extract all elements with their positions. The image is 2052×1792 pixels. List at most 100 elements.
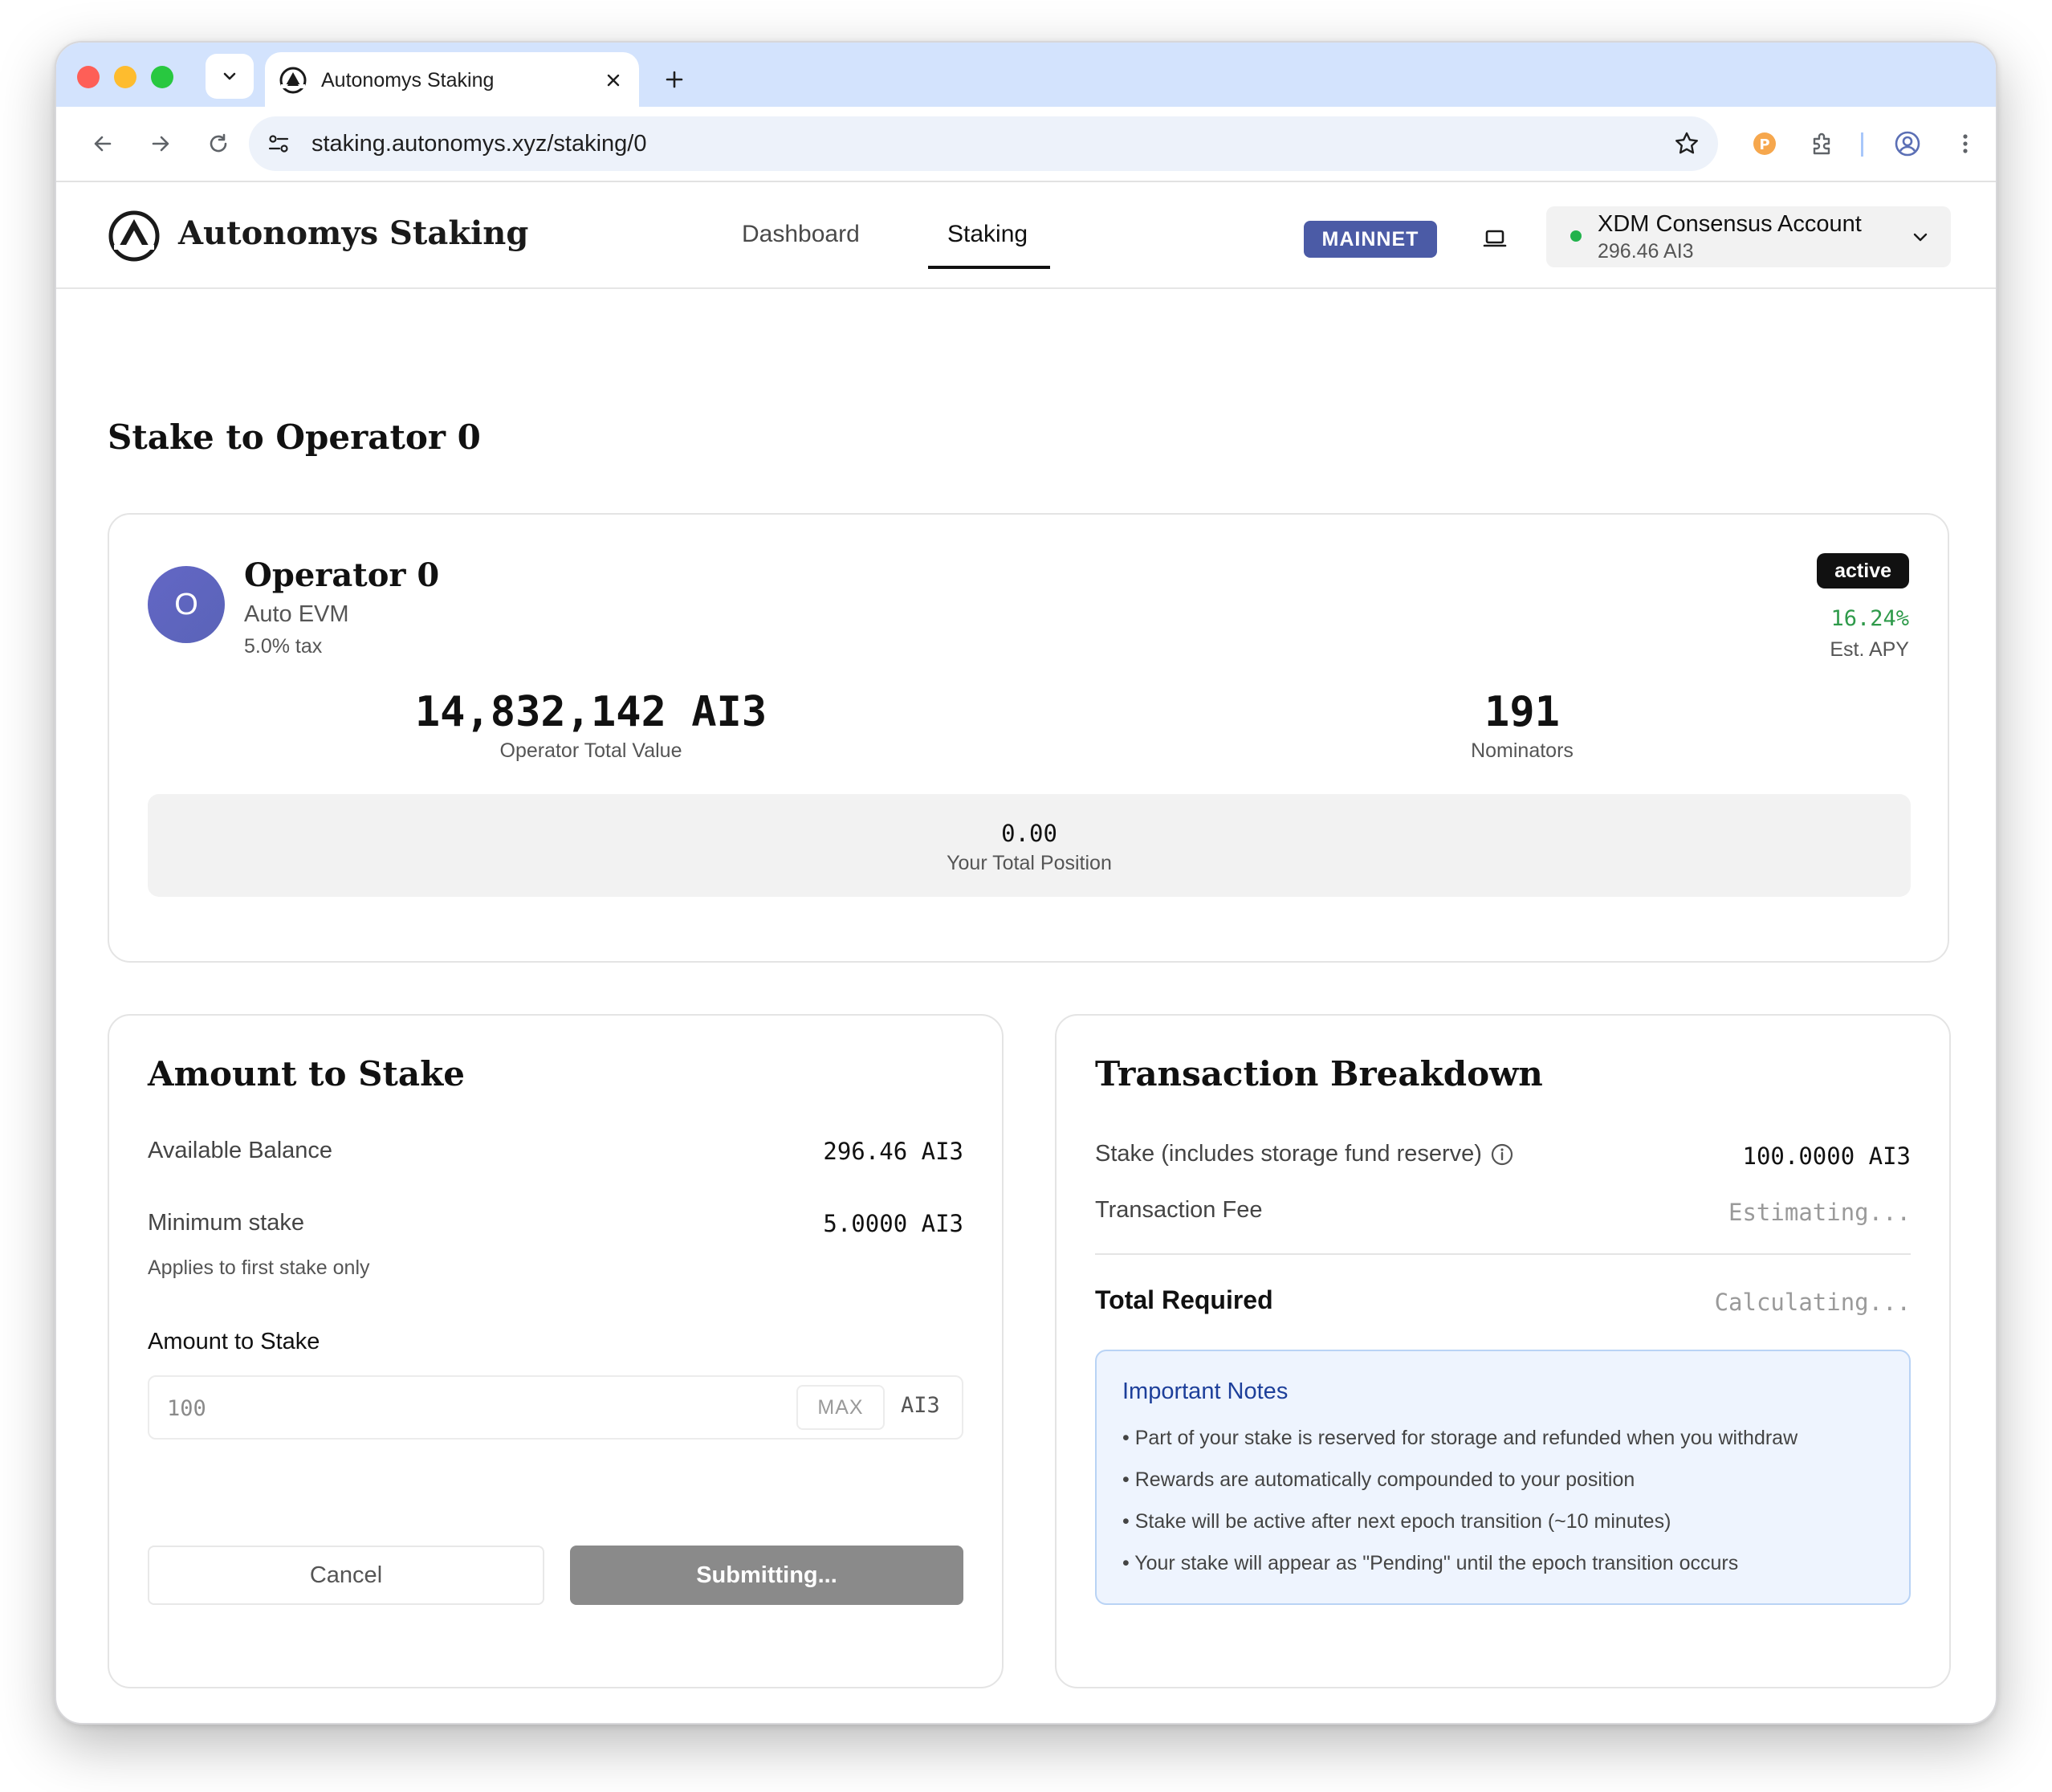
operator-total-value: 14,832,142 AI3 (414, 688, 767, 736)
minimum-stake-note: Applies to first stake only (148, 1256, 370, 1279)
account-name: XDM Consensus Account (1598, 211, 1862, 237)
app-header: Autonomys Staking Dashboard Staking MAIN… (56, 184, 1996, 289)
toolbar-separator (1861, 132, 1863, 157)
fee-label: Transaction Fee (1095, 1197, 1263, 1223)
operator-total-value-stat: 14,832,142 AI3 Operator Total Value (350, 688, 832, 763)
important-notes-title: Important Notes (1122, 1379, 1289, 1404)
operator-tax: 5.0% tax (244, 635, 323, 658)
fee-value: Estimating... (1728, 1199, 1911, 1226)
amount-input-group: MAX AI3 (148, 1375, 963, 1440)
network-badge[interactable]: MAINNET (1304, 221, 1437, 258)
puzzle-icon (1813, 132, 1830, 155)
extension-pinned-button[interactable]: P (1747, 126, 1782, 161)
note-item: • Your stake will appear as "Pending" un… (1122, 1552, 1739, 1574)
svg-text:P: P (1759, 136, 1769, 153)
stake-row-value: 100.0000 AI3 (1742, 1142, 1911, 1170)
stake-row-label-group: Stake (includes storage fund reserve) (1095, 1141, 1514, 1167)
available-balance-label: Available Balance (148, 1138, 333, 1163)
note-item: • Part of your stake is reserved for sto… (1122, 1427, 1798, 1449)
nominators-label: Nominators (1471, 739, 1574, 762)
important-notes-box: Important Notes • Part of your stake is … (1095, 1350, 1911, 1605)
brand-name[interactable]: Autonomys Staking (178, 214, 528, 252)
stake-form-card: Amount to Stake Available Balance 296.46… (108, 1014, 1004, 1688)
url-text[interactable]: staking.autonomys.xyz/staking/0 (311, 131, 1673, 157)
profile-button[interactable] (1890, 126, 1925, 161)
apy-label: Est. APY (1830, 638, 1909, 661)
tab-close-button[interactable] (602, 69, 625, 92)
important-notes-list: • Part of your stake is reserved for sto… (1122, 1427, 1798, 1594)
nominators-stat: 191 Nominators (1281, 688, 1763, 763)
breakdown-divider (1095, 1253, 1911, 1255)
address-bar[interactable]: staking.autonomys.xyz/staking/0 (249, 116, 1718, 171)
cancel-button[interactable]: Cancel (148, 1546, 544, 1605)
extensions-button[interactable] (1805, 126, 1840, 161)
total-position-value: 0.00 (1001, 820, 1057, 847)
account-dropdown-toggle[interactable] (1906, 222, 1935, 251)
transaction-breakdown-card: Transaction Breakdown Stake (includes st… (1055, 1014, 1951, 1688)
account-status-dot (1570, 230, 1582, 242)
stake-row-label: Stake (includes storage fund reserve) (1095, 1141, 1482, 1167)
browser-window: Autonomys Staking staking.autonomys.xyz/… (55, 41, 1997, 1725)
amount-input[interactable] (167, 1388, 729, 1428)
info-icon[interactable] (1490, 1142, 1514, 1167)
chevron-down-icon (1913, 233, 1928, 242)
tab-title: Autonomys Staking (321, 68, 495, 92)
account-balance: 296.46 AI3 (1598, 240, 1694, 263)
nav-dashboard[interactable]: Dashboard (742, 221, 860, 248)
breakdown-title: Transaction Breakdown (1095, 1054, 1543, 1094)
coin-extension-icon: P (1753, 132, 1776, 155)
page-title: Stake to Operator 0 (108, 417, 481, 457)
plus-icon (666, 71, 683, 88)
active-nav-indicator (928, 266, 1050, 269)
autonomys-favicon-icon (279, 67, 307, 94)
total-position-label: Your Total Position (947, 852, 1112, 874)
browser-toolbar: staking.autonomys.xyz/staking/0 P (56, 107, 1996, 182)
submit-button[interactable]: Submitting... (570, 1546, 963, 1605)
site-settings-icon[interactable] (267, 132, 291, 156)
note-item: • Rewards are automatically compounded t… (1122, 1468, 1635, 1491)
nominators-count: 191 (1484, 688, 1560, 736)
total-required-label: Total Required (1095, 1285, 1273, 1314)
close-window-button[interactable] (77, 66, 100, 88)
stake-form-title: Amount to Stake (148, 1054, 465, 1094)
browser-tab[interactable]: Autonomys Staking (265, 52, 639, 108)
more-vert-icon (1963, 134, 1968, 153)
profile-icon (1895, 131, 1920, 157)
minimize-window-button[interactable] (114, 66, 136, 88)
minimum-stake-label: Minimum stake (148, 1210, 304, 1236)
chevron-down-icon (223, 72, 236, 80)
theme-toggle-button[interactable] (1477, 221, 1513, 256)
arrow-left-icon (94, 136, 112, 152)
operator-name: Operator 0 (244, 556, 440, 594)
operator-total-value-label: Operator Total Value (499, 739, 682, 762)
back-button[interactable] (85, 126, 120, 161)
forward-button[interactable] (143, 126, 178, 161)
status-badge: active (1817, 553, 1909, 589)
reload-icon (210, 133, 227, 153)
laptop-icon (1483, 230, 1507, 247)
tab-strip: Autonomys Staking (56, 43, 1996, 108)
close-icon (607, 74, 620, 87)
total-required-value: Calculating... (1714, 1289, 1911, 1316)
maximize-window-button[interactable] (151, 66, 173, 88)
operator-domain: Auto EVM (244, 601, 349, 627)
bookmark-star-icon[interactable] (1673, 130, 1700, 157)
new-tab-button[interactable] (652, 57, 697, 102)
reload-button[interactable] (201, 126, 236, 161)
total-position-box: 0.00 Your Total Position (148, 794, 1911, 897)
arrow-right-icon (152, 136, 169, 152)
available-balance-value: 296.46 AI3 (823, 1138, 963, 1165)
note-item: • Stake will be active after next epoch … (1122, 1510, 1671, 1533)
account-selector[interactable]: XDM Consensus Account 296.46 AI3 (1546, 206, 1951, 267)
apy-value: 16.24% (1830, 606, 1909, 631)
browser-menu-button[interactable] (1948, 126, 1983, 161)
amount-unit: AI3 (901, 1393, 940, 1418)
tab-search-button[interactable] (206, 54, 254, 99)
operator-card: O Operator 0 Auto EVM 5.0% tax active 16… (108, 513, 1949, 963)
autonomys-logo-icon[interactable] (108, 210, 161, 263)
minimum-stake-value: 5.0000 AI3 (823, 1210, 963, 1237)
amount-field-label: Amount to Stake (148, 1329, 320, 1354)
max-button[interactable]: MAX (796, 1385, 885, 1430)
nav-staking[interactable]: Staking (947, 221, 1028, 248)
operator-avatar: O (148, 566, 225, 643)
